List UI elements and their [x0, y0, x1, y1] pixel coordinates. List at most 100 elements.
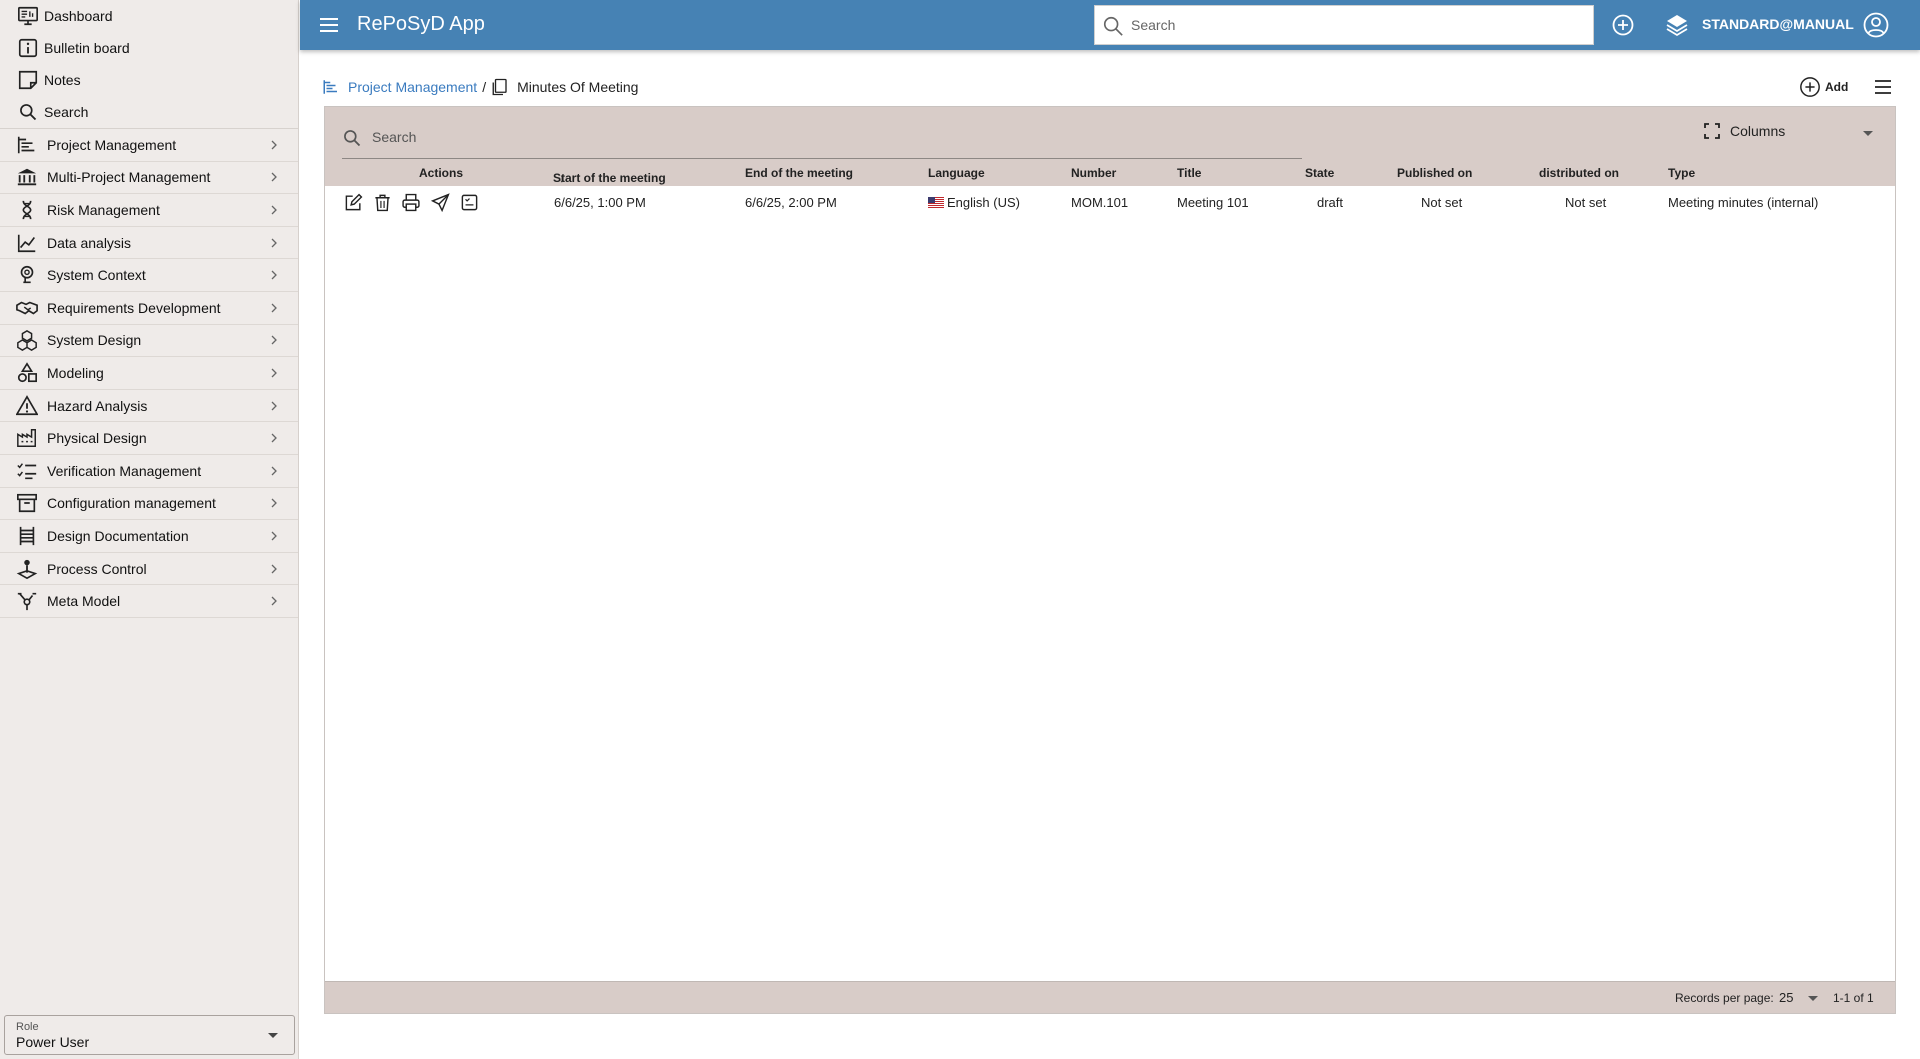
chevron-right-icon	[271, 368, 277, 378]
dropdown-arrow-icon	[268, 1033, 278, 1038]
sidebar-item-design-documentation[interactable]: Design Documentation	[0, 520, 298, 553]
sidebar-item-search[interactable]: Search	[0, 96, 298, 128]
column-header-actions: Actions	[419, 166, 464, 180]
sidebar-item-dashboard[interactable]: Dashboard	[0, 0, 298, 32]
page-menu-icon[interactable]	[1873, 77, 1893, 97]
sidebar-item-label: System Context	[47, 267, 146, 284]
role-select-label: Role	[16, 1021, 39, 1033]
ladder-icon	[15, 524, 39, 548]
sidebar-item-risk-management[interactable]: Risk Management	[0, 194, 298, 227]
sidebar-item-data-analysis[interactable]: Data analysis	[0, 227, 298, 260]
chevron-right-icon	[271, 303, 277, 313]
column-header-published[interactable]: Published on	[1397, 166, 1472, 180]
sidebar-item-configuration-management[interactable]: Configuration management	[0, 488, 298, 521]
cell-end: 6/6/25, 2:00 PM	[745, 195, 837, 210]
dropdown-arrow-icon[interactable]	[1808, 996, 1818, 1001]
chevron-right-icon	[271, 335, 277, 345]
sidebar-item-system-design[interactable]: System Design	[0, 325, 298, 358]
records-per-page-label: Records per page:	[1675, 991, 1774, 1005]
table-search-input[interactable]	[372, 125, 1272, 149]
sidebar-item-requirements-development[interactable]: Requirements Development	[0, 292, 298, 325]
archive-icon	[15, 491, 39, 515]
column-header-distributed[interactable]: distributed on	[1539, 166, 1619, 180]
checklist-icon[interactable]	[459, 192, 479, 212]
info-board-icon	[16, 36, 40, 60]
role-select[interactable]: Role Power User	[4, 1015, 295, 1055]
table-pagination: Records per page: 25 1-1 of 1	[325, 981, 1895, 1013]
sidebar-item-process-control[interactable]: Process Control	[0, 553, 298, 586]
layers-icon[interactable]	[1665, 13, 1689, 37]
sidebar-item-bulletin-board[interactable]: Bulletin board	[0, 32, 298, 64]
send-icon[interactable]	[430, 192, 450, 212]
sidebar-item-project-management[interactable]: Project Management	[0, 129, 298, 162]
sidebar-item-label: System Design	[47, 332, 142, 349]
note-icon	[16, 68, 40, 92]
add-circle-icon[interactable]	[1611, 13, 1635, 37]
add-button-label: Add	[1825, 80, 1849, 94]
column-header-type[interactable]: Type	[1668, 166, 1695, 180]
column-header-title[interactable]: Title	[1177, 166, 1201, 180]
sidebar-item-label: Multi-Project Management	[47, 169, 211, 186]
cell-distributed: Not set	[1565, 195, 1607, 210]
hamburger-icon	[320, 18, 338, 32]
table-search	[342, 115, 1302, 159]
minutes-table: Columns Actions Start of the meeting↓ En…	[324, 106, 1896, 1014]
sidebar-item-label: Process Control	[47, 560, 147, 577]
global-search-input[interactable]	[1131, 6, 1581, 44]
tree-list-icon	[322, 77, 342, 97]
sidebar-item-label: Risk Management	[47, 201, 160, 218]
chevron-right-icon	[271, 205, 277, 215]
breadcrumb-link-project-management[interactable]: Project Management	[348, 79, 477, 95]
edit-icon[interactable]	[343, 192, 363, 212]
cell-start: 6/6/25, 1:00 PM	[554, 195, 646, 210]
cell-type: Meeting minutes (internal)	[1668, 195, 1819, 210]
table-row[interactable]: 6/6/25, 1:00 PM 6/6/25, 2:00 PM English …	[325, 186, 1895, 218]
joystick-icon	[15, 557, 39, 581]
sidebar-item-verification-management[interactable]: Verification Management	[0, 455, 298, 488]
sidebar-item-label: Meta Model	[47, 593, 121, 610]
sidebar-item-system-context[interactable]: System Context	[0, 259, 298, 292]
column-header-end[interactable]: End of the meeting	[745, 166, 853, 180]
column-header-number[interactable]: Number	[1071, 166, 1116, 180]
sidebar-item-physical-design[interactable]: Physical Design	[0, 422, 298, 455]
sidebar: Dashboard Bulletin board Notes Search Pr…	[0, 0, 299, 1059]
global-search	[1094, 5, 1594, 45]
head-icon	[15, 263, 39, 287]
records-per-page-select[interactable]: 25	[1779, 990, 1793, 1005]
chevron-right-icon	[271, 238, 277, 248]
cell-published: Not set	[1421, 195, 1463, 210]
add-button[interactable]: Add	[1799, 76, 1848, 98]
sidebar-item-notes[interactable]: Notes	[0, 64, 298, 96]
current-user[interactable]: STANDARD@MANUAL	[1702, 16, 1854, 32]
columns-button-label: Columns	[1730, 123, 1786, 139]
sidebar-item-label: Design Documentation	[47, 527, 189, 544]
app-header: RePoSyD App STANDARD@MANUAL	[300, 0, 1920, 50]
monitor-dashboard-icon	[16, 4, 40, 28]
add-circle-icon	[1800, 77, 1820, 97]
table-header: Columns Actions Start of the meeting↓ En…	[325, 107, 1895, 186]
sidebar-item-meta-model[interactable]: Meta Model	[0, 585, 298, 618]
chevron-right-icon	[271, 531, 277, 541]
search-icon	[1103, 16, 1123, 36]
chevron-right-icon	[271, 498, 277, 508]
print-icon[interactable]	[401, 192, 421, 212]
sidebar-item-hazard-analysis[interactable]: Hazard Analysis	[0, 390, 298, 423]
sort-descending-icon: ↓	[559, 171, 565, 185]
column-headers: Actions Start of the meeting ↓ End of the…	[325, 161, 1895, 186]
dropdown-arrow-icon[interactable]	[1863, 131, 1873, 136]
column-header-language[interactable]: Language	[928, 166, 985, 180]
account-circle-icon[interactable]	[1863, 12, 1889, 38]
search-icon	[16, 100, 40, 124]
sidebar-item-modeling[interactable]: Modeling	[0, 357, 298, 390]
column-header-state[interactable]: State	[1305, 166, 1334, 180]
cell-state: draft	[1317, 195, 1344, 210]
chevron-right-icon	[271, 564, 277, 573]
breadcrumb-separator: /	[482, 79, 487, 95]
delete-icon[interactable]	[372, 192, 392, 212]
line-chart-icon	[15, 231, 39, 255]
columns-button[interactable]: Columns	[1704, 123, 1785, 139]
sidebar-item-multi-project-management[interactable]: Multi-Project Management	[0, 162, 298, 195]
dna-icon	[15, 198, 39, 222]
chevron-right-icon	[271, 270, 277, 280]
menu-toggle-button[interactable]	[318, 13, 340, 37]
